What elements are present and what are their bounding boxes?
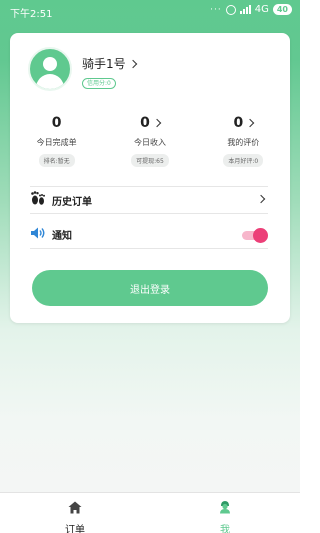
status-bar: 下午2:51 ··· 4G 40 (0, 0, 300, 22)
home-icon (68, 499, 82, 518)
chevron-right-icon (245, 118, 255, 128)
profile-card: 骑手1号 信用分:0 0 今日完成单 排名:暂无 0 今日收入 可提现:65 0… (10, 33, 290, 323)
footprint-icon (30, 190, 46, 210)
avatar-body (36, 74, 64, 89)
tab-me[interactable]: 我 (150, 493, 300, 533)
stat-today-income[interactable]: 0 今日收入 可提现:65 (103, 115, 196, 171)
notify-row: 通知 (30, 221, 268, 249)
stat-label: 今日收入 (133, 138, 166, 147)
credit-badge: 信用分:0 (82, 78, 116, 89)
rider-name: 骑手1号 (82, 57, 126, 71)
network-type: 4G (254, 4, 269, 15)
stat-my-reviews[interactable]: 0 我的评价 本月好评:0 (197, 115, 290, 171)
status-time: 下午2:51 (10, 9, 53, 20)
stat-today-orders[interactable]: 0 今日完成单 排名:暂无 (10, 115, 103, 171)
notify-label: 通知 (52, 231, 72, 242)
history-orders-row[interactable]: 历史订单 (30, 186, 268, 214)
bottom-tab-bar: 订单 我 (0, 492, 300, 533)
avatar-head (43, 57, 57, 71)
notify-toggle[interactable] (242, 228, 268, 243)
stat-value: 0 (140, 115, 150, 131)
stat-tag: 本月好评:0 (223, 154, 264, 167)
stat-tag: 可提现:65 (131, 154, 169, 167)
chevron-right-icon (128, 59, 137, 68)
stat-label: 我的评价 (227, 138, 260, 147)
tab-orders[interactable]: 订单 (0, 493, 150, 533)
alarm-icon (225, 4, 236, 15)
logout-button[interactable]: 退出登录 (32, 270, 268, 306)
battery-badge: 40 (272, 4, 292, 15)
status-icons: ··· 4G 40 (210, 4, 292, 15)
history-orders-label: 历史订单 (52, 196, 92, 208)
rider-icon (218, 499, 232, 518)
chevron-right-icon (152, 118, 162, 128)
stat-value: 0 (51, 115, 62, 131)
stats-row: 0 今日完成单 排名:暂无 0 今日收入 可提现:65 0 我的评价 本月好评:… (10, 115, 290, 171)
rider-name-link[interactable]: 骑手1号 (82, 55, 137, 72)
tab-label: 订单 (65, 525, 85, 533)
stat-tag: 排名:暂无 (38, 154, 75, 167)
stat-value: 0 (233, 115, 244, 131)
avatar[interactable] (28, 47, 72, 91)
toggle-knob (253, 228, 268, 243)
speaker-icon (30, 225, 46, 245)
chevron-right-icon (256, 194, 266, 204)
tab-label: 我 (220, 525, 230, 533)
signal-icon (239, 5, 251, 14)
stat-label: 今日完成单 (36, 138, 77, 147)
status-dots: ··· (210, 4, 222, 15)
